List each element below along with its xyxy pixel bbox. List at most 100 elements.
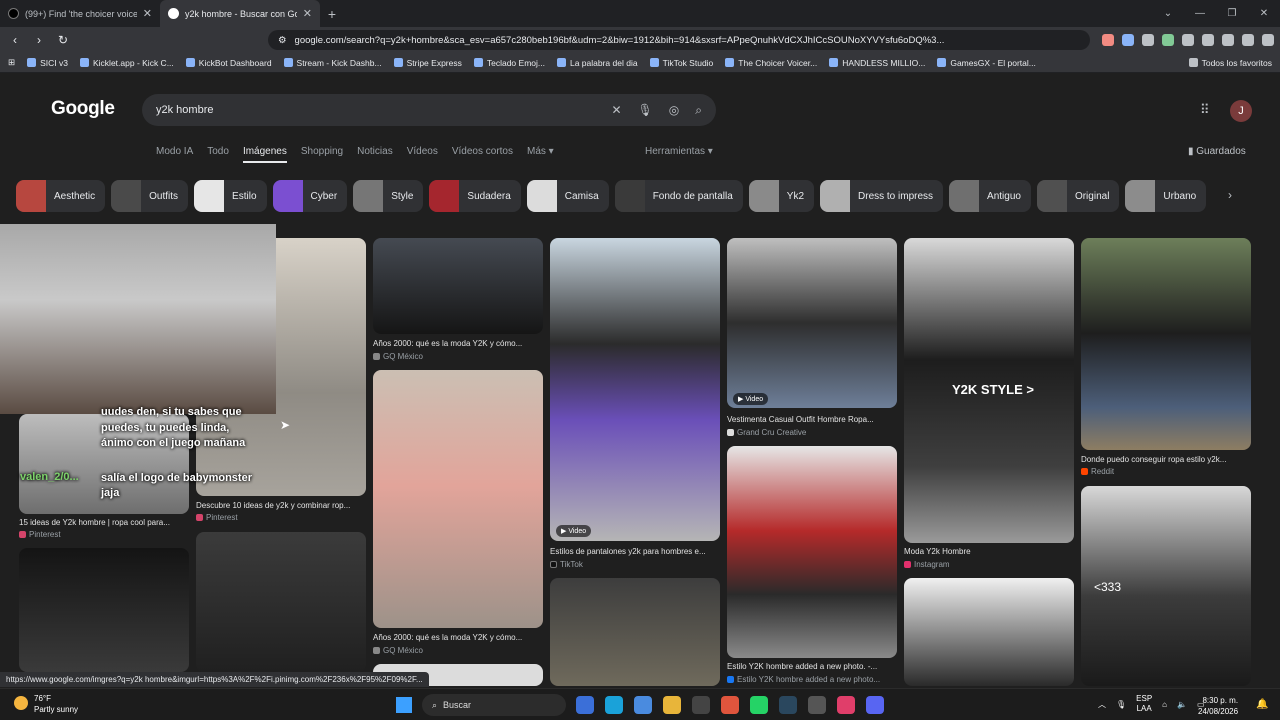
close-tab-icon[interactable]: ✕	[143, 7, 152, 20]
apps-grid-icon[interactable]: ⊞	[8, 57, 15, 68]
tab-tiktok[interactable]: (99+) Find 'the choicer voicer' on TikTo…	[0, 0, 160, 27]
tab-noticias[interactable]: Noticias	[357, 146, 393, 163]
windows-start-icon[interactable]	[396, 697, 412, 713]
vpn-icon[interactable]	[1242, 34, 1254, 46]
result-image[interactable]	[196, 532, 366, 672]
result-caption[interactable]: Donde puedo conseguir ropa estilo y2k...	[1081, 455, 1251, 464]
result-caption[interactable]: 15 ideas de Y2k hombre | ropa cool para.…	[19, 518, 189, 527]
taskbar-search[interactable]: ⌕ Buscar	[422, 694, 566, 716]
google-apps-icon[interactable]: ⠿	[1200, 102, 1210, 118]
forward-button[interactable]: ›	[30, 33, 48, 47]
whatsapp-icon[interactable]	[750, 696, 768, 714]
chevron-right-icon[interactable]: ›	[1228, 188, 1232, 202]
app-icon[interactable]	[576, 696, 594, 714]
tab-videos[interactable]: Vídeos	[407, 146, 438, 163]
tab-mas[interactable]: Más ▾	[527, 146, 554, 163]
result-caption[interactable]: Estilos de pantalones y2k para hombres e…	[550, 547, 720, 556]
bookmark-item[interactable]: The Choicer Voicer...	[725, 58, 817, 68]
tab-videos-cortos[interactable]: Vídeos cortos	[452, 146, 513, 163]
tab-search-icon[interactable]: ⌄	[1152, 8, 1184, 19]
lens-icon[interactable]: ◎	[669, 103, 679, 117]
edge-icon[interactable]	[605, 696, 623, 714]
chip[interactable]: Sudadera	[429, 180, 521, 212]
chip[interactable]: Camisa	[526, 180, 609, 212]
clear-icon[interactable]: ✕	[611, 103, 621, 117]
tab-imagenes[interactable]: Imágenes	[242, 146, 287, 163]
chip[interactable]: Style	[353, 180, 424, 212]
tab-modo-ia[interactable]: Modo IA	[156, 146, 193, 163]
notification-icon[interactable]: 🔔	[1256, 699, 1268, 710]
google-logo[interactable]: Google	[51, 98, 115, 120]
brave-shield-icon[interactable]	[1102, 34, 1114, 46]
back-button[interactable]: ‹	[6, 33, 24, 47]
chip[interactable]: Estilo	[194, 180, 267, 212]
result-caption[interactable]: Años 2000: qué es la moda Y2K y cómo...	[373, 339, 543, 348]
brave-icon[interactable]	[721, 696, 739, 714]
sidebar-icon[interactable]	[1202, 34, 1214, 46]
saved-button[interactable]: ▮ Guardados	[1188, 146, 1246, 157]
bookmark-item[interactable]: La palabra del dia	[556, 58, 638, 68]
reload-button[interactable]: ↻	[54, 33, 72, 47]
all-bookmarks-folder[interactable]: Todos los favoritos	[1188, 58, 1272, 68]
tab-todo[interactable]: Todo	[207, 146, 229, 163]
result-image[interactable]	[727, 238, 897, 408]
bookmark-item[interactable]: KickBot Dashboard	[185, 58, 272, 68]
bookmark-item[interactable]: Teclado Emoj...	[473, 58, 545, 68]
app-icon[interactable]	[808, 696, 826, 714]
tab-google-search[interactable]: y2k hombre - Buscar con Google ✕	[160, 0, 320, 27]
wallet-icon[interactable]	[1222, 34, 1234, 46]
close-window-button[interactable]: ✕	[1248, 8, 1280, 19]
app-icon[interactable]	[692, 696, 710, 714]
search-input[interactable]: y2k hombre	[156, 104, 595, 116]
clock[interactable]: 8:30 p. m. 24/08/2026	[1198, 695, 1238, 717]
bookmark-item[interactable]: TikTok Studio	[649, 58, 713, 68]
tiktok-icon[interactable]	[837, 696, 855, 714]
bookmark-item[interactable]: Stripe Express	[393, 58, 462, 68]
weather-widget[interactable]: 76°F Partly sunny	[14, 693, 78, 715]
extension-icon[interactable]	[1182, 34, 1194, 46]
tools-button[interactable]: Herramientas ▾	[645, 146, 713, 157]
discord-icon[interactable]	[866, 696, 884, 714]
result-image[interactable]	[373, 370, 543, 628]
maximize-button[interactable]: ❐	[1216, 8, 1248, 19]
chip[interactable]: Urbano	[1125, 180, 1207, 212]
new-tab-button[interactable]: +	[320, 6, 344, 22]
result-image[interactable]	[550, 578, 720, 686]
search-box[interactable]: y2k hombre ✕ 🎙 ◎ ⌕	[142, 94, 716, 126]
translate-icon[interactable]	[1122, 34, 1134, 46]
avatar[interactable]: J	[1230, 100, 1252, 122]
result-image[interactable]	[19, 548, 189, 672]
chip[interactable]: Fondo de pantalla	[614, 180, 743, 212]
steam-icon[interactable]	[779, 696, 797, 714]
folder-icon[interactable]	[663, 696, 681, 714]
chip[interactable]: Cyber	[272, 180, 348, 212]
extension-icon[interactable]	[1162, 34, 1174, 46]
result-caption[interactable]: Moda Y2k Hombre	[904, 547, 1074, 556]
site-info-icon[interactable]: ⚙	[278, 35, 287, 46]
result-caption[interactable]: Años 2000: qué es la moda Y2K y cómo...	[373, 633, 543, 642]
chip[interactable]: Antiguo	[949, 180, 1031, 212]
chip[interactable]: Aesthetic	[16, 180, 106, 212]
tab-shopping[interactable]: Shopping	[301, 146, 343, 163]
result-image[interactable]	[904, 578, 1074, 686]
bookmark-item[interactable]: Stream - Kick Dashb...	[283, 58, 382, 68]
bookmark-item[interactable]: Kicklet.app - Kick C...	[80, 58, 174, 68]
chip[interactable]: Dress to impress	[820, 180, 944, 212]
network-icon[interactable]: ⌂	[1162, 700, 1167, 709]
microphone-icon[interactable]: 🎙	[1116, 700, 1126, 709]
result-image[interactable]	[727, 446, 897, 658]
address-bar[interactable]: ⚙ google.com/search?q=y2k+hombre&sca_esv…	[268, 30, 1090, 50]
chip[interactable]: Yk2	[748, 180, 815, 212]
volume-icon[interactable]: 🔈	[1177, 700, 1187, 709]
chevron-up-icon[interactable]: ︿	[1098, 699, 1106, 710]
result-image[interactable]	[373, 238, 543, 334]
search-icon[interactable]: ⌕	[695, 103, 702, 118]
result-caption[interactable]: Estilo Y2K hombre added a new photo. -..…	[727, 662, 897, 671]
store-icon[interactable]	[634, 696, 652, 714]
bookmark-item[interactable]: GamesGX - El portal...	[937, 58, 1036, 68]
result-image[interactable]	[1081, 238, 1251, 450]
close-tab-icon[interactable]: ✕	[303, 7, 312, 20]
result-image[interactable]	[550, 238, 720, 541]
result-caption[interactable]: Descubre 10 ideas de y2k y combinar rop.…	[196, 501, 366, 510]
microphone-icon[interactable]: 🎙	[638, 103, 653, 117]
